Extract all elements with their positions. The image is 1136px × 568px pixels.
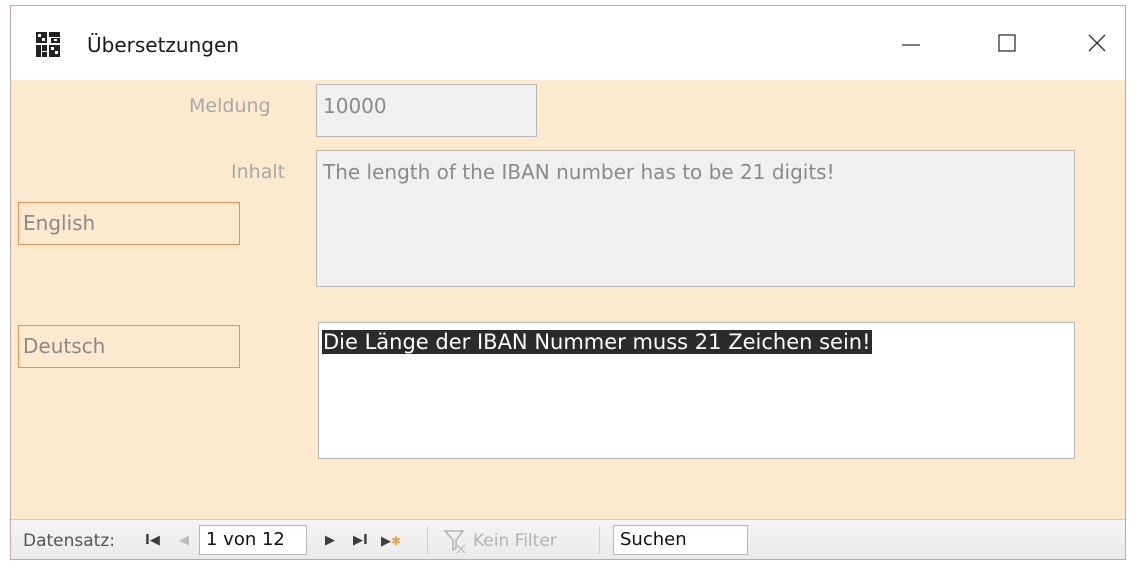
maximize-icon bbox=[998, 34, 1016, 52]
new-record-icon[interactable]: ▶✱ bbox=[381, 530, 401, 553]
maximize-button[interactable] bbox=[977, 20, 1037, 66]
search-input[interactable]: Suchen bbox=[613, 525, 748, 555]
next-record-icon[interactable]: ▶ bbox=[325, 530, 335, 552]
close-icon bbox=[1088, 34, 1106, 52]
nav-separator bbox=[599, 526, 600, 554]
form-window: Übersetzungen Meldung 10000 Inhalt The l… bbox=[10, 5, 1126, 560]
filter-icon[interactable] bbox=[443, 528, 469, 554]
selected-translation-text: Die Länge der IBAN Nummer muss 21 Zeiche… bbox=[322, 330, 872, 354]
meldung-field[interactable]: 10000 bbox=[316, 84, 537, 137]
english-label: English bbox=[18, 202, 240, 245]
record-position-input[interactable]: 1 von 12 bbox=[199, 525, 307, 555]
deutsch-label: Deutsch bbox=[18, 325, 240, 368]
access-form-icon bbox=[36, 32, 60, 57]
deutsch-translation-field[interactable]: Die Länge der IBAN Nummer muss 21 Zeiche… bbox=[318, 322, 1075, 459]
filter-status[interactable]: Kein Filter bbox=[473, 530, 557, 552]
form-body: Meldung 10000 Inhalt The length of the I… bbox=[11, 80, 1125, 519]
last-record-icon[interactable]: ▶I bbox=[353, 530, 368, 552]
meldung-label: Meldung bbox=[189, 95, 271, 117]
record-label: Datensatz: bbox=[23, 531, 115, 551]
first-record-icon[interactable]: I◀ bbox=[145, 530, 160, 552]
record-navigation-bar: Datensatz: I◀ ◀ 1 von 12 ▶ ▶I ▶✱ Kein Fi… bbox=[11, 519, 1125, 559]
minimize-button[interactable] bbox=[881, 20, 941, 66]
window-title: Übersetzungen bbox=[87, 33, 239, 57]
close-button[interactable] bbox=[1067, 20, 1125, 66]
nav-separator bbox=[427, 526, 428, 554]
inhalt-label: Inhalt bbox=[231, 161, 286, 183]
previous-record-icon[interactable]: ◀ bbox=[179, 530, 189, 552]
minimize-icon bbox=[902, 44, 920, 46]
title-bar: Übersetzungen bbox=[11, 6, 1125, 80]
inhalt-field[interactable]: The length of the IBAN number has to be … bbox=[316, 150, 1075, 287]
